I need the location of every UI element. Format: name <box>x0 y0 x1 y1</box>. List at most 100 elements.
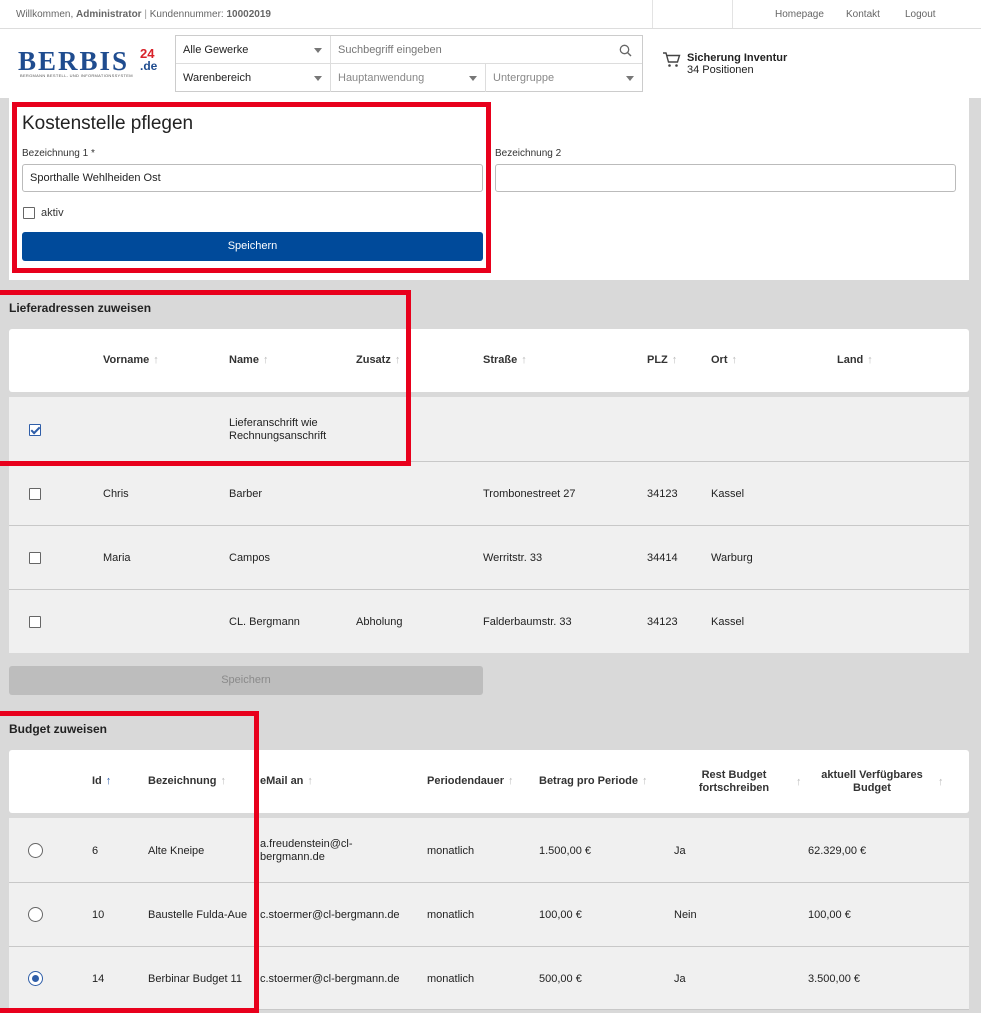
column-plz-label: PLZ <box>647 354 668 366</box>
row-periode: monatlich <box>427 845 475 857</box>
row-radio[interactable] <box>28 843 43 858</box>
column-rest-label-line2: fortschreiben <box>698 782 770 794</box>
row-betrag: 1.500,00 € <box>539 845 591 857</box>
delivery-section-title: Lieferadressen zuweisen <box>9 301 152 315</box>
row-plz: 34123 <box>647 488 678 500</box>
row-email: c.stoermer@cl-bergmann.de <box>260 973 400 985</box>
column-land[interactable]: Land ↑ <box>837 354 873 367</box>
row-id: 6 <box>92 845 99 857</box>
sort-arrow-icon: ↑ <box>394 354 401 366</box>
column-plz[interactable]: PLZ ↑ <box>647 354 677 367</box>
row-email-line2: bergmann.de <box>260 851 325 863</box>
berbis-logo[interactable]: BERBIS 24 .de BERGMANN BESTELL- UND INFO… <box>18 47 163 93</box>
row-radio[interactable] <box>28 907 43 922</box>
table-row[interactable]: 10 Baustelle Fulda-Aue c.stoermer@cl-ber… <box>9 883 969 947</box>
table-row[interactable]: 14 Berbinar Budget 11 c.stoermer@cl-berg… <box>9 947 969 1010</box>
product-area-select[interactable]: Warenbereich <box>176 64 331 92</box>
column-verfuegbar[interactable]: aktuell Verfügbares Budget <box>813 769 931 795</box>
cart-count: 34 Positionen <box>687 64 754 76</box>
row-radio[interactable] <box>28 971 43 986</box>
table-row[interactable]: 6 Alte Kneipe a.freudenstein@cl- bergman… <box>9 818 969 883</box>
table-row[interactable]: Lieferanschrift wie Rechnungsanschrift <box>9 397 969 462</box>
row-email: a.freudenstein@cl- <box>260 838 353 850</box>
row-verfuegbar: 100,00 € <box>808 909 851 921</box>
column-name-label: Name <box>229 354 259 366</box>
row-checkbox[interactable] <box>29 424 41 436</box>
column-periode-label: Periodendauer <box>427 775 505 787</box>
column-zusatz[interactable]: Zusatz ↑ <box>356 354 400 367</box>
row-checkbox[interactable] <box>29 616 41 628</box>
logout-link[interactable]: Logout <box>905 9 936 20</box>
row-checkbox[interactable] <box>29 488 41 500</box>
table-row[interactable]: Chris Barber Trombonestreet 27 34123 Kas… <box>9 462 969 526</box>
contact-link[interactable]: Kontakt <box>846 9 880 20</box>
designation2-input[interactable] <box>495 164 956 192</box>
row-strasse: Werritstr. 33 <box>483 552 543 564</box>
column-name[interactable]: Name ↑ <box>229 354 268 367</box>
welcome-text: Willkommen, Administrator | Kundennummer… <box>16 9 271 20</box>
trade-select[interactable]: Alle Gewerke <box>176 36 331 64</box>
row-betrag: 100,00 € <box>539 909 582 921</box>
column-verfuegbar-label: aktuell Verfügbares <box>821 769 923 781</box>
customer-label: Kundennummer: <box>149 9 224 20</box>
product-area-value: Warenbereich <box>183 72 252 84</box>
row-email: c.stoermer@cl-bergmann.de <box>260 909 400 921</box>
column-strasse[interactable]: Straße ↑ <box>483 354 527 367</box>
column-land-label: Land <box>837 354 864 366</box>
budget-section-title: Budget zuweisen <box>9 722 108 736</box>
trade-select-value: Alle Gewerke <box>183 44 249 56</box>
chevron-down-icon <box>626 76 634 81</box>
sort-arrow-icon: ↑ <box>153 354 159 366</box>
cart-widget[interactable]: Sicherung Inventur 34 Positionen <box>662 51 787 76</box>
column-periode[interactable]: Periodendauer ↑ <box>427 775 514 788</box>
homepage-link[interactable]: Homepage <box>775 9 824 20</box>
table-row[interactable]: Maria Campos Werritstr. 33 34414 Warburg <box>9 526 969 590</box>
column-id-label: Id <box>92 775 102 787</box>
row-vorname: Chris <box>103 488 129 500</box>
sort-arrow-icon[interactable]: ↑ <box>938 776 944 789</box>
row-name: Lieferanschrift wie <box>229 417 318 429</box>
row-bezeichnung: Baustelle Fulda-Aue <box>148 909 248 921</box>
column-strasse-label: Straße <box>483 354 518 366</box>
column-email-label: eMail an <box>260 775 304 787</box>
sort-arrow-icon: ↑ <box>731 354 738 366</box>
page-title: Kostenstelle pflegen <box>22 113 194 134</box>
table-row[interactable]: CL. Bergmann Abholung Falderbaumstr. 33 … <box>9 590 969 653</box>
designation1-label: Bezeichnung 1 * <box>22 148 95 159</box>
sort-arrow-icon: ↑ <box>508 775 514 787</box>
column-betrag[interactable]: Betrag pro Periode ↑ <box>539 775 648 788</box>
save-delivery-button[interactable]: Speichern <box>9 666 483 695</box>
row-rest: Ja <box>674 845 686 857</box>
search-icon[interactable] <box>619 44 632 57</box>
designation1-input[interactable]: Sporthalle Wehlheiden Ost <box>22 164 483 192</box>
active-checkbox[interactable] <box>23 207 35 219</box>
sort-arrow-icon: ↑ <box>307 775 313 787</box>
save-cost-center-button[interactable]: Speichern <box>22 232 483 261</box>
sort-arrow-icon[interactable]: ↑ <box>796 776 802 789</box>
top-bar: Willkommen, Administrator | Kundennummer… <box>0 0 981 29</box>
column-ort[interactable]: Ort ↑ <box>711 354 737 367</box>
search-input[interactable]: Suchbegriff eingeben <box>331 36 642 64</box>
sort-arrow-icon: ↑ <box>867 354 873 366</box>
customer-number: 10002019 <box>226 9 271 20</box>
column-email[interactable]: eMail an ↑ <box>260 775 313 788</box>
column-bezeichnung[interactable]: Bezeichnung ↑ <box>148 775 226 788</box>
row-checkbox[interactable] <box>29 552 41 564</box>
row-plz: 34123 <box>647 616 678 628</box>
row-verfuegbar: 62.329,00 € <box>808 845 867 857</box>
row-bezeichnung: Alte Kneipe <box>148 845 205 857</box>
row-zusatz: Abholung <box>356 616 403 628</box>
row-ort: Kassel <box>711 616 745 628</box>
column-rest-budget[interactable]: Rest Budget fortschreiben <box>679 769 789 795</box>
column-rest-label: Rest Budget <box>701 769 767 781</box>
column-vorname[interactable]: Vorname ↑ <box>103 354 159 367</box>
sort-arrow-icon: ↑ <box>105 775 112 787</box>
column-vorname-label: Vorname <box>103 354 150 366</box>
main-application-select[interactable]: Hauptanwendung <box>331 64 486 92</box>
sort-arrow-icon: ↑ <box>262 354 269 366</box>
sort-arrow-icon: ↑ <box>671 354 678 366</box>
sort-arrow-icon: ↑ <box>642 775 648 787</box>
row-bezeichnung: Berbinar Budget 11 <box>148 973 242 985</box>
subgroup-select[interactable]: Untergruppe <box>486 64 642 92</box>
column-id[interactable]: Id ↑ <box>92 775 111 788</box>
